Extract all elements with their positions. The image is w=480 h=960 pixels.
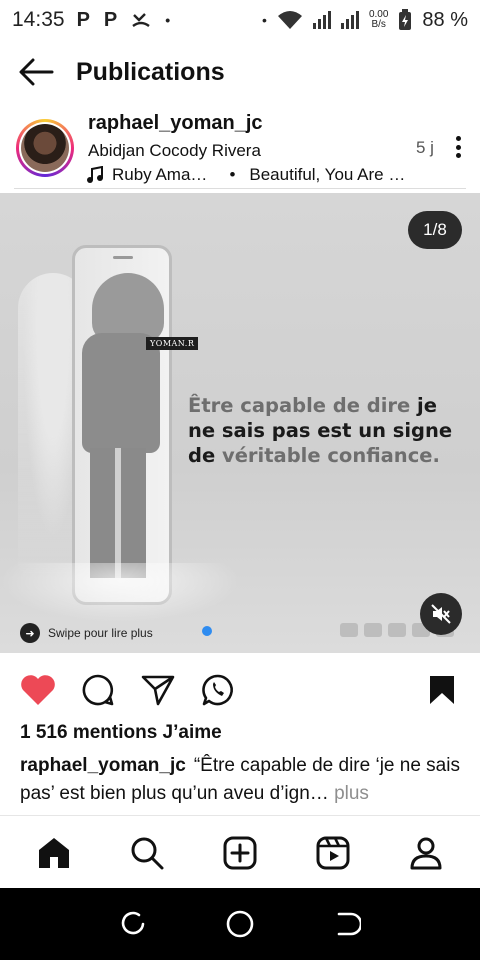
nav-reels[interactable] xyxy=(309,829,357,877)
back-icon xyxy=(337,912,361,936)
dot-icon: • xyxy=(262,12,267,28)
circle-home-icon xyxy=(226,910,254,938)
nav-search[interactable] xyxy=(123,829,171,877)
quote-line2: ne sais pas est un signe xyxy=(188,419,453,442)
caption-username[interactable]: raphael_yoman_jc xyxy=(20,755,186,776)
slide-counter: 1/8 xyxy=(408,211,462,249)
home-icon xyxy=(39,838,70,868)
quote-line3-gray: véritable confiance. xyxy=(221,444,440,467)
post-music[interactable]: Ruby Ama… • Beautiful, You Are … xyxy=(86,165,405,185)
parking-icon: P xyxy=(103,8,118,31)
post-location[interactable]: Abidjan Cocody Rivera xyxy=(88,141,261,161)
speaker-muted-icon xyxy=(431,604,451,624)
nav-home[interactable] xyxy=(30,829,78,877)
arrow-left-icon[interactable] xyxy=(18,58,54,86)
signal-icon xyxy=(312,11,331,29)
comment-icon xyxy=(82,674,114,706)
like-button[interactable] xyxy=(18,670,58,710)
post-media[interactable]: YOMAN.R Être capable de dire je ne sais … xyxy=(0,193,480,653)
arrow-right-icon: ➜ xyxy=(20,623,40,643)
post-time: 5 j xyxy=(416,138,434,157)
quote-line3-dark: de xyxy=(188,444,222,467)
signal-icon xyxy=(340,11,359,29)
status-right: • 0.00 B/s 88 % xyxy=(262,9,468,32)
save-button[interactable] xyxy=(422,670,462,710)
comment-button[interactable] xyxy=(78,670,118,710)
bottom-nav xyxy=(0,818,480,888)
plus-square-icon xyxy=(223,836,257,870)
music-artist: Ruby Ama… xyxy=(112,165,208,184)
divider xyxy=(14,188,466,189)
avatar-image xyxy=(21,124,69,172)
nav-create[interactable] xyxy=(216,829,264,877)
notification-icons: P P • xyxy=(77,9,171,32)
nav-profile[interactable] xyxy=(402,829,450,877)
send-icon xyxy=(141,675,175,706)
net-speed-unit: B/s xyxy=(371,19,386,30)
more-options-icon[interactable] xyxy=(448,132,468,162)
reels-icon xyxy=(316,836,350,870)
status-time: 14:35 xyxy=(12,8,65,31)
heart-icon xyxy=(21,675,55,705)
avatar[interactable] xyxy=(16,119,74,177)
hooded-figure-body xyxy=(82,333,160,453)
home-button[interactable] xyxy=(220,904,260,944)
profile-icon xyxy=(410,837,442,870)
quote-line1-gray: Être capable de dire xyxy=(188,394,411,417)
mute-button[interactable] xyxy=(420,593,462,635)
battery-icon xyxy=(399,9,412,30)
post-actions xyxy=(0,664,480,714)
back-button[interactable] xyxy=(327,904,367,944)
divider xyxy=(0,815,480,816)
recent-apps-button[interactable] xyxy=(113,904,153,944)
dot-icon: • xyxy=(165,12,171,28)
hooded-figure-legs xyxy=(90,448,146,578)
whatsapp-button[interactable] xyxy=(198,670,238,710)
bookmark-icon xyxy=(430,676,454,704)
music-title: Beautiful, You Are … xyxy=(249,165,406,184)
quote-line1-dark: je xyxy=(410,394,437,417)
carousel-indicator xyxy=(202,626,212,636)
swipe-text: Swipe pour lire plus xyxy=(48,626,153,640)
author-tag: YOMAN.R xyxy=(146,337,199,350)
post-caption: raphael_yoman_jc “Être capable de dire ‘j… xyxy=(20,752,460,808)
system-navigation xyxy=(0,888,480,960)
whatsapp-icon xyxy=(202,674,233,706)
share-button[interactable] xyxy=(138,670,178,710)
search-icon xyxy=(131,837,164,870)
net-speed: 0.00 B/s xyxy=(369,10,388,30)
recent-apps-icon xyxy=(122,911,145,935)
likes-count[interactable]: 1 516 mentions J’aime xyxy=(20,722,222,744)
top-header: Publications xyxy=(0,48,480,96)
quote-text: Être capable de dire je ne sais pas est … xyxy=(188,393,468,468)
wifi-icon xyxy=(277,11,302,29)
missed-call-icon xyxy=(132,13,150,27)
post-header: raphael_yoman_jc Abidjan Cocody Rivera R… xyxy=(0,110,480,188)
status-bar: 14:35 P P • • 0.00 B/s 88 % xyxy=(0,0,480,40)
separator-dot: • xyxy=(229,165,236,184)
swipe-hint: ➜ Swipe pour lire plus xyxy=(20,623,153,643)
music-note-icon xyxy=(87,166,103,183)
floor-reflection xyxy=(0,563,240,623)
caption-more-link[interactable]: plus xyxy=(334,783,369,804)
parking-icon: P xyxy=(76,8,90,31)
post-username[interactable]: raphael_yoman_jc xyxy=(88,112,263,135)
page-title: Publications xyxy=(76,57,225,86)
battery-level: 88 % xyxy=(422,8,468,31)
